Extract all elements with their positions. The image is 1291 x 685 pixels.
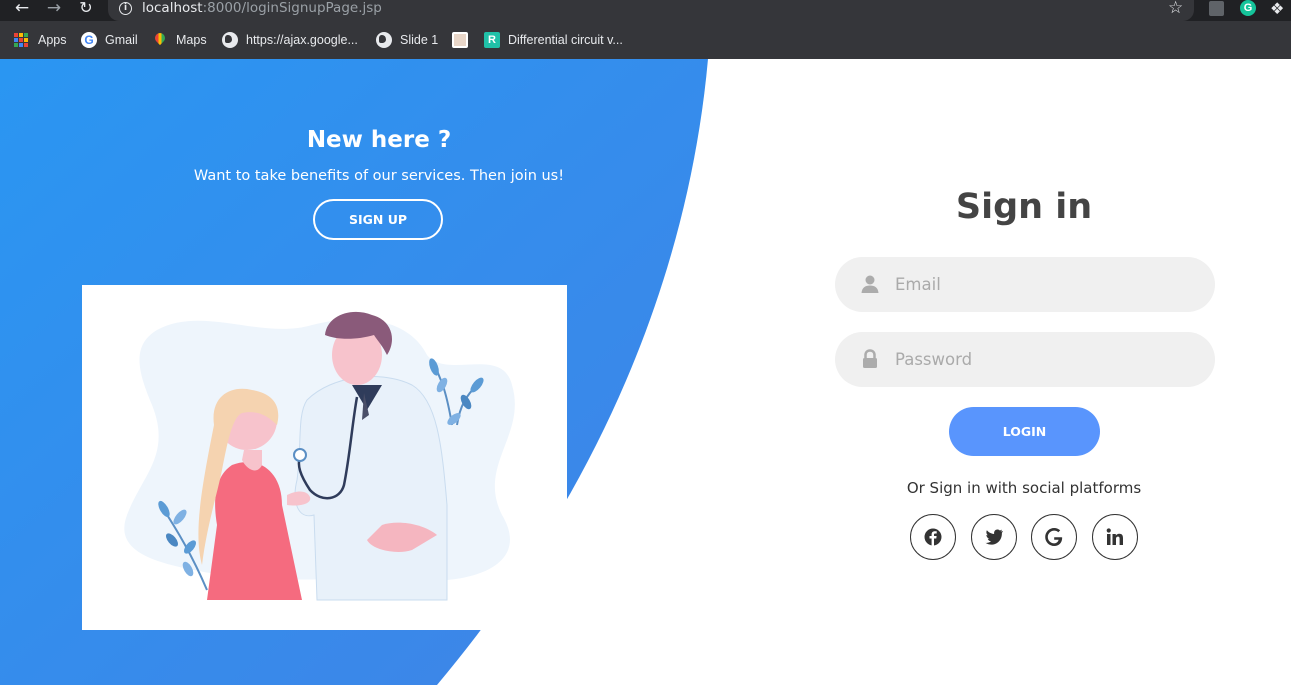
extension-icon[interactable] [1209,1,1224,16]
login-signup-page: New here ? Want to take benefits of our … [0,59,1291,685]
facebook-icon [924,528,942,546]
forward-arrow-icon[interactable]: → [44,0,64,18]
bookmark-star-icon[interactable]: ☆ [1168,0,1183,17]
linkedin-button[interactable] [1092,514,1138,560]
left-panel-title: New here ? [306,127,452,153]
login-button[interactable]: LOGIN [949,407,1100,456]
bookmark-differential[interactable]: R Differential circuit v... [484,30,623,50]
bookmarks-bar: Apps G Gmail Maps https://ajax.google...… [0,21,1291,59]
extensions-puzzle-icon[interactable]: ❖ [1270,0,1284,18]
bookmark-ajax[interactable]: https://ajax.google... [222,30,358,50]
facebook-button[interactable] [910,514,956,560]
globe-icon [222,32,238,48]
bookmark-slide[interactable]: Slide 1 [376,30,438,50]
url-host: localhost [142,0,203,16]
lock-icon [863,349,877,368]
google-button[interactable] [1031,514,1077,560]
maps-pin-icon [152,32,168,48]
bookmark-label: https://ajax.google... [246,33,358,47]
email-field[interactable] [835,257,1215,312]
sign-up-button[interactable]: SIGN UP [313,199,443,240]
bookmark-label: Gmail [105,33,138,47]
bookmark-label: Differential circuit v... [508,33,623,47]
site-info-icon[interactable]: i [119,2,132,15]
browser-address-bar: ← → ↻ i localhost:8000/loginSignupPage.j… [0,0,1291,21]
sign-in-title: Sign in [955,187,1093,227]
url-text[interactable]: localhost:8000/loginSignupPage.jsp [142,0,382,17]
reload-icon[interactable]: ↻ [76,0,96,18]
globe-icon [376,32,392,48]
bookmark-maps[interactable]: Maps [152,30,207,50]
bookmark-gmail[interactable]: G Gmail [81,30,138,50]
google-icon [1045,528,1063,546]
bookmark-label: Slide 1 [400,33,439,47]
password-field[interactable] [835,332,1215,387]
url-path: :8000/loginSignupPage.jsp [202,0,382,16]
grammarly-icon[interactable]: G [1240,0,1256,16]
doctor-patient-illustration [82,285,567,630]
social-signin-text: Or Sign in with social platforms [906,479,1142,497]
google-icon: G [81,32,97,48]
bookmark-apps[interactable]: Apps [14,30,67,50]
apps-grid-icon [14,33,28,47]
linkedin-icon [1106,528,1123,545]
r-favicon-icon: R [484,32,500,48]
image-favicon-icon [452,32,468,48]
password-input[interactable] [895,332,1195,387]
bookmark-label: Apps [38,33,67,47]
user-icon [861,275,879,293]
bookmark-image[interactable] [452,30,476,50]
bookmark-label: Maps [176,33,207,47]
omnibox[interactable]: i localhost:8000/loginSignupPage.jsp ☆ [108,0,1194,21]
back-arrow-icon[interactable]: ← [12,0,32,18]
left-panel-subtitle: Want to take benefits of our services. T… [193,168,565,184]
twitter-button[interactable] [971,514,1017,560]
email-input[interactable] [895,257,1195,312]
twitter-icon [985,529,1003,545]
